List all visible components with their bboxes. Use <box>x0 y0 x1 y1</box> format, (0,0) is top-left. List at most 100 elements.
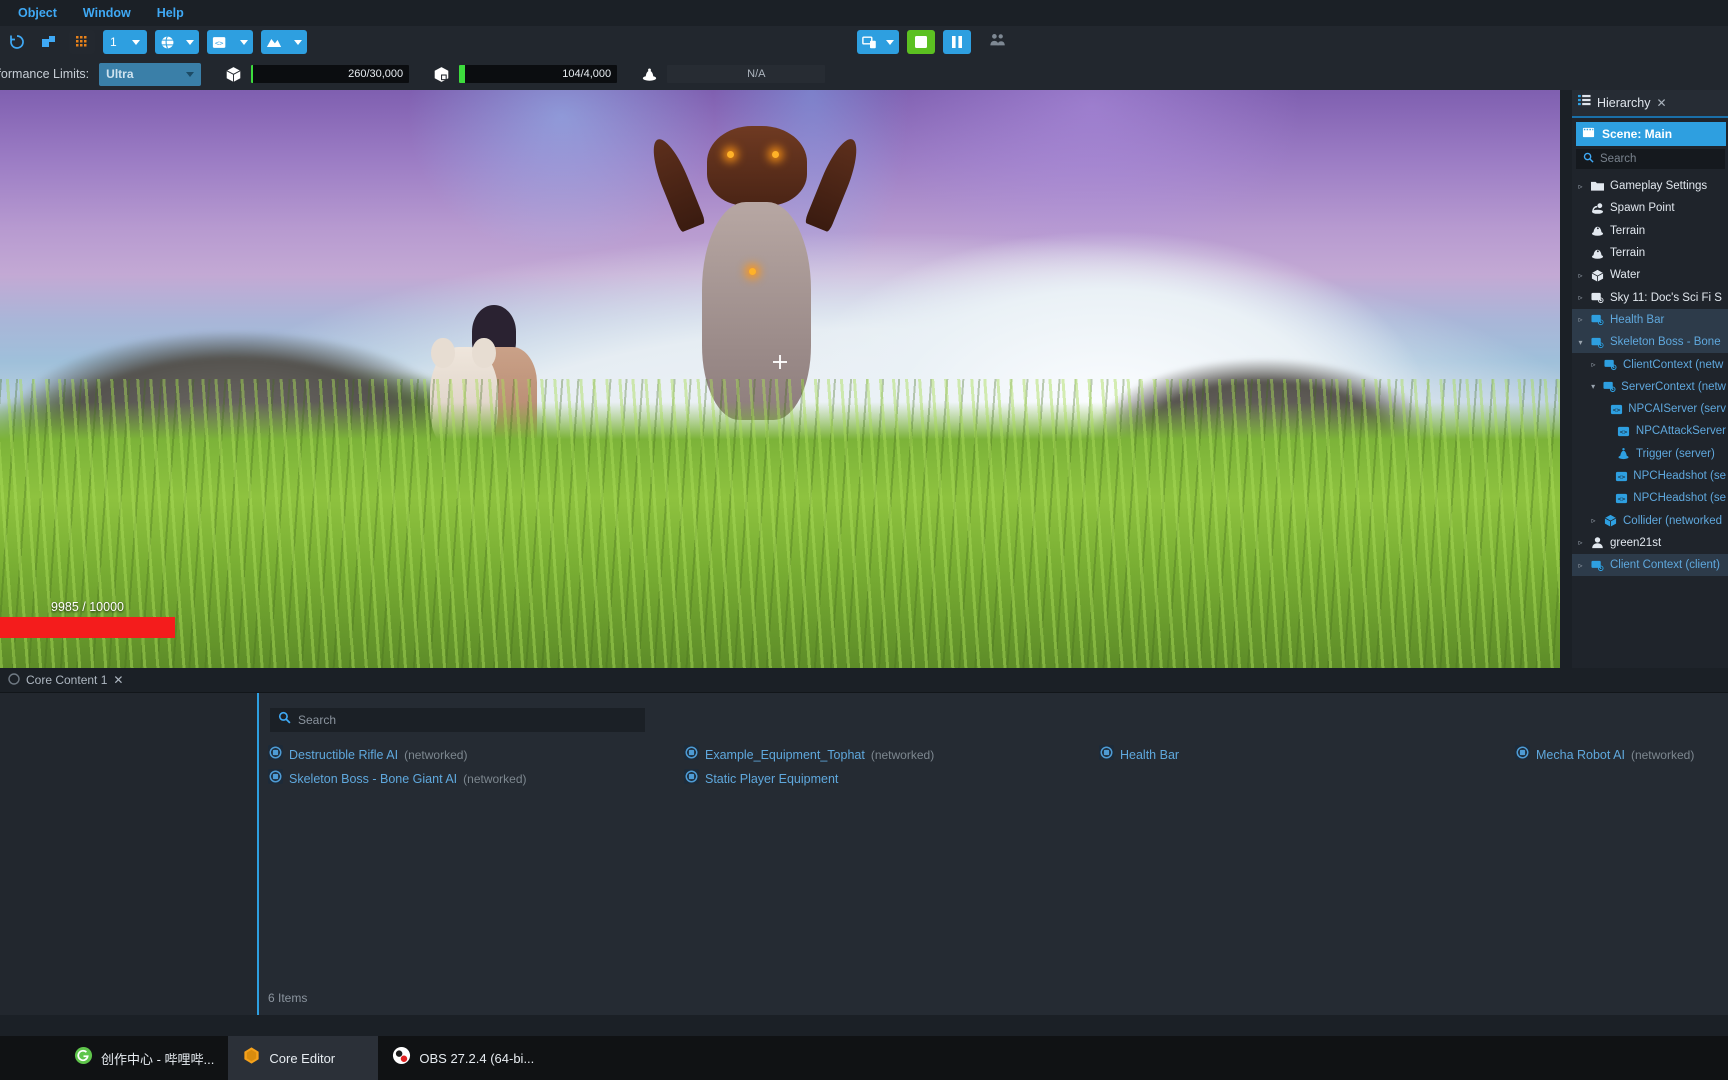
script-dropdown[interactable]: <> <box>207 30 253 54</box>
hierarchy-search-input[interactable]: Search <box>1576 149 1725 169</box>
pause-button[interactable] <box>943 30 971 54</box>
core-content-asset[interactable]: Health Bar <box>1099 743 1179 767</box>
chevron-down-icon[interactable]: ▾ <box>1576 338 1585 347</box>
menu-item-object[interactable]: Object <box>2 0 70 26</box>
rotate-icon[interactable] <box>4 30 30 54</box>
chevron-right-icon[interactable]: ▹ <box>1576 315 1585 324</box>
network-count-group: 104/4,000 <box>431 65 618 83</box>
snap-value-dropdown[interactable]: 1 <box>103 30 147 54</box>
hierarchy-tree[interactable]: ▹ Gameplay Settings Spawn Point Terrain Terr… <box>1572 175 1728 577</box>
core-content-asset[interactable]: Static Player Equipment <box>684 767 934 791</box>
context-icon <box>1590 559 1605 572</box>
svg-text:<>: <> <box>1618 495 1626 503</box>
taskbar-item-bilibili[interactable]: 创作中心 - 哔哩哔... <box>60 1036 228 1080</box>
hierarchy-row[interactable]: ▹ ClientContext (netw <box>1572 353 1728 375</box>
quality-select[interactable]: Ultra <box>99 62 202 86</box>
core-content-tab-label: Core Content 1 <box>26 673 108 687</box>
hierarchy-row-label: Sky 11: Doc's Sci Fi S <box>1610 291 1722 304</box>
players-icon[interactable] <box>989 32 1007 53</box>
terrain-dropdown[interactable] <box>261 30 307 54</box>
scene-icon <box>1582 126 1595 142</box>
hierarchy-row[interactable]: <> NPCHeadshot (se <box>1572 465 1728 487</box>
taskbar-item-core-editor[interactable]: Core Editor <box>228 1036 379 1080</box>
hierarchy-row[interactable]: ▹ Water <box>1572 264 1728 286</box>
chevron-down-icon <box>886 39 894 45</box>
duplicate-icon[interactable] <box>36 30 62 54</box>
hierarchy-row[interactable]: ▹ Health Bar <box>1572 308 1728 332</box>
boss-skull <box>706 125 807 206</box>
world-space-dropdown[interactable] <box>155 30 199 54</box>
hud-health-bar: 9985 / 10000 <box>0 600 175 638</box>
scene-row[interactable]: Scene: Main <box>1576 122 1726 146</box>
hierarchy-row-label: Spawn Point <box>1610 202 1675 215</box>
asset-name: Static Player Equipment <box>705 772 839 786</box>
script-icon: <> <box>212 36 226 48</box>
chevron-right-icon[interactable]: ▹ <box>1576 182 1585 191</box>
bilibili-icon <box>74 1046 93 1070</box>
core-content-asset[interactable]: Skeleton Boss - Bone Giant AI (networked) <box>268 767 527 791</box>
hud-health-value: 9985 / 10000 <box>51 600 124 614</box>
asset-name: Example_Equipment_Tophat <box>705 748 865 762</box>
core-content-asset[interactable]: Example_Equipment_Tophat (networked) <box>684 743 934 767</box>
hierarchy-row[interactable]: Terrain <box>1572 242 1728 264</box>
core-content-tab[interactable]: Core Content 1 ✕ <box>0 672 131 688</box>
chevron-right-icon[interactable]: ▹ <box>1576 271 1585 280</box>
core-content-asset[interactable]: Mecha Robot AI (networked) <box>1515 743 1694 767</box>
stop-button[interactable] <box>907 30 935 54</box>
menu-item-window[interactable]: Window <box>70 0 144 26</box>
hierarchy-row[interactable]: ▹ Gameplay Settings <box>1572 175 1728 197</box>
object-count-meter: 260/30,000 <box>251 65 410 83</box>
hierarchy-row[interactable]: Terrain <box>1572 220 1728 242</box>
core-content-panel: Search Destructible Rifle AI (networked) S… <box>0 693 1728 1015</box>
hierarchy-row[interactable]: ▾ ServerContext (netw <box>1572 376 1728 398</box>
multiplayer-preview-dropdown[interactable] <box>857 30 899 54</box>
hierarchy-row[interactable]: ▹ Sky 11: Doc's Sci Fi S <box>1572 286 1728 308</box>
hierarchy-row[interactable]: <> NPCAttackServer <box>1572 420 1728 442</box>
hierarchy-tab-label[interactable]: Hierarchy <box>1597 96 1651 110</box>
core-content-search-input[interactable]: Search <box>270 708 645 732</box>
chevron-right-icon[interactable]: ▹ <box>1589 360 1598 369</box>
chevron-right-icon[interactable]: ▹ <box>1576 561 1585 570</box>
core-editor-window: Object Window Help 1 <> ormance Limits: … <box>0 0 1728 1080</box>
chevron-down-icon <box>240 39 248 45</box>
pause-icon <box>952 36 962 48</box>
play-controls <box>853 26 1007 58</box>
game-viewport[interactable]: 9985 / 10000 <box>0 90 1560 668</box>
hierarchy-row[interactable]: ▹ Client Context (client) <box>1572 554 1728 577</box>
hierarchy-row-label: Water <box>1610 269 1641 282</box>
core-content-categories[interactable] <box>0 693 259 1015</box>
chevron-right-icon[interactable]: ▹ <box>1589 516 1598 525</box>
asset-tag: (networked) <box>1630 748 1695 762</box>
menu-item-help[interactable]: Help <box>144 0 197 26</box>
hierarchy-row[interactable]: ▾ Skeleton Boss - Bone <box>1572 331 1728 354</box>
hud-health-track <box>0 617 175 638</box>
chevron-right-icon[interactable]: ▹ <box>1576 538 1585 547</box>
close-icon[interactable]: ✕ <box>113 673 123 687</box>
hierarchy-row[interactable]: ▹ green21st <box>1572 532 1728 554</box>
hierarchy-row[interactable]: <> NPCAIServer (serv <box>1572 398 1728 420</box>
template-asset-icon <box>1515 745 1530 765</box>
search-icon <box>1583 150 1594 168</box>
hierarchy-row[interactable]: <> NPCHeadshot (se <box>1572 487 1728 509</box>
core-content-column: Example_Equipment_Tophat (networked) Stati… <box>684 743 934 791</box>
asset-tag: (networked) <box>404 748 468 762</box>
start-button[interactable] <box>0 1036 60 1080</box>
close-icon[interactable]: ✕ <box>1657 96 1667 110</box>
grid-snap-icon[interactable] <box>69 30 95 54</box>
hierarchy-row-label: Terrain <box>1610 224 1646 237</box>
template-asset-icon <box>268 745 283 765</box>
hierarchy-row[interactable]: ▹ Collider (networked <box>1572 509 1728 531</box>
taskbar-item-obs[interactable]: OBS 27.2.4 (64-bi... <box>378 1036 548 1080</box>
hierarchy-row[interactable]: Trigger (server) <box>1572 443 1728 465</box>
crosshair-icon <box>773 354 787 369</box>
core-content-asset[interactable]: Destructible Rifle AI (networked) <box>268 743 527 767</box>
taskbar-label-obs: OBS 27.2.4 (64-bi... <box>419 1050 535 1066</box>
chevron-down-icon <box>294 39 302 45</box>
terrain-icon <box>1590 224 1605 237</box>
chevron-right-icon[interactable]: ▹ <box>1576 293 1585 302</box>
folder-icon <box>1590 180 1605 192</box>
context-icon <box>1602 380 1616 393</box>
chevron-down-icon[interactable]: ▾ <box>1589 382 1597 391</box>
core-content-column: Mecha Robot AI (networked) <box>1515 743 1694 767</box>
hierarchy-row[interactable]: Spawn Point <box>1572 197 1728 219</box>
